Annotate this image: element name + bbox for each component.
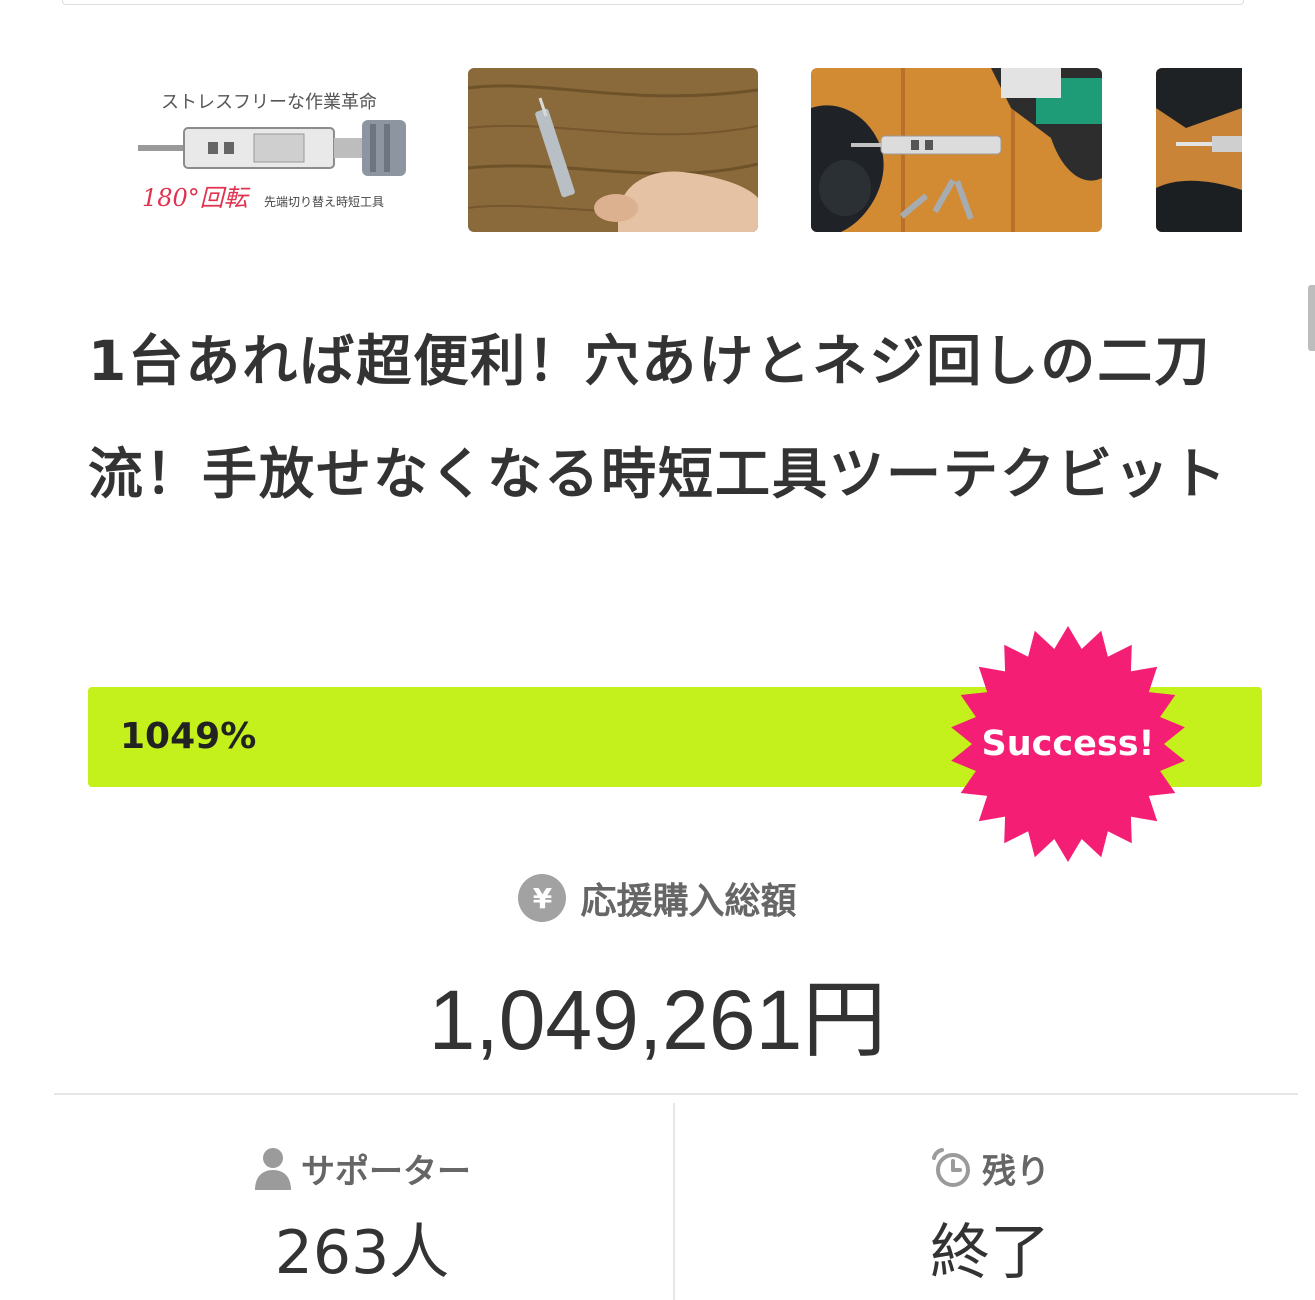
total-amount: 1,049,261円: [428, 973, 887, 1067]
thumbnail-2[interactable]: [468, 68, 758, 232]
supporters-value: 263人: [274, 1218, 450, 1288]
supporters-stat: サポーター 263人: [52, 1140, 672, 1288]
person-icon: [255, 1148, 291, 1190]
thumbnail-3[interactable]: [811, 68, 1102, 232]
remaining-stat: 残り 終了: [680, 1140, 1300, 1288]
thumbnail-4[interactable]: [1156, 68, 1242, 232]
remaining-value: 終了: [930, 1218, 1050, 1288]
progress-percent: 1049%: [120, 716, 257, 757]
header-frame: [62, 0, 1244, 5]
thumbnail-1-caption-sub: 先端切り替え時短工具: [264, 195, 384, 209]
remaining-label: 残り: [982, 1151, 1050, 1192]
divider: [54, 1093, 1298, 1095]
scrollbar-thumb[interactable]: [1308, 285, 1315, 351]
divider-vertical: [673, 1103, 675, 1300]
total-label-row: ¥ 応援購入総額: [0, 868, 1315, 928]
timer-icon: [932, 1148, 970, 1187]
supporters-label: サポーター: [301, 1151, 471, 1192]
thumbnail-1-caption-angle: 180°回転: [142, 184, 251, 212]
total-label: 応援購入総額: [580, 881, 797, 922]
success-badge-label: Success!: [981, 724, 1155, 764]
project-title: 1台あれば超便利！穴あけとネジ回しの二刀流！手放せなくなる時短工具ツーテクビット: [88, 329, 1229, 506]
thumbnail-1-caption-top: ストレスフリーな作業革命: [161, 92, 377, 113]
success-badge: Success!: [948, 624, 1188, 864]
thumbnail-1[interactable]: ストレスフリーな作業革命 180°回転 先端切り替え時短工具: [124, 68, 414, 232]
yen-icon: ¥: [518, 874, 567, 922]
